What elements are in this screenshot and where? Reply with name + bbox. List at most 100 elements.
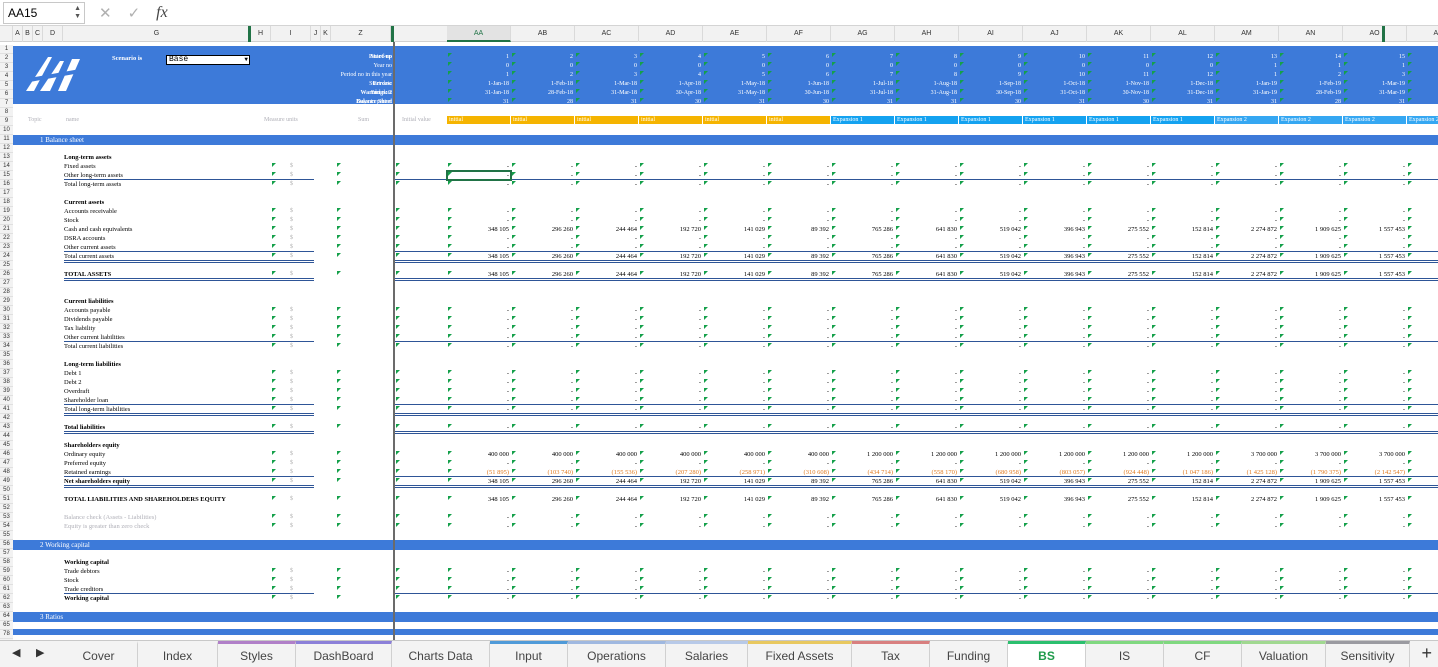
cell-54-ag[interactable]: - (831, 522, 893, 531)
row-header-54[interactable]: 54 (0, 522, 13, 531)
cell-15-ac[interactable]: - (575, 171, 637, 180)
cell-40-ad[interactable]: - (639, 396, 701, 405)
cell-26-aj[interactable]: 396 943 (1023, 270, 1085, 279)
spreadsheet-grid[interactable]: Scenario is Base ▼ 1 2 3 4 5 6 7 8 9 10 11 12 13 14 15 1… (0, 42, 1438, 640)
cell-14-af[interactable]: - (767, 162, 829, 171)
cell-14-ae[interactable]: - (703, 162, 765, 171)
cell-32-ac[interactable]: - (575, 324, 637, 333)
cell-62-an[interactable]: - (1279, 594, 1341, 603)
cell-30-ai[interactable]: - (959, 306, 1021, 315)
row-header-42[interactable]: 42 (0, 414, 13, 423)
col-header-ad[interactable]: AD (639, 26, 703, 42)
row-header-23[interactable]: 23 (0, 243, 13, 252)
cell-34-ac[interactable]: - (575, 342, 637, 351)
cell-20-aj[interactable]: - (1023, 216, 1085, 225)
cell-23-al[interactable]: - (1151, 243, 1213, 252)
cell-60-ad[interactable]: - (639, 576, 701, 585)
cell-46-ac[interactable]: 400 000 (575, 450, 637, 459)
cell-24-ah[interactable]: 641 830 (895, 252, 957, 261)
cell-43-ai[interactable]: - (959, 423, 1021, 432)
cell-49-ah[interactable]: 641 830 (895, 477, 957, 486)
cell-53-ag[interactable]: - (831, 513, 893, 522)
cell-32-ae[interactable]: - (703, 324, 765, 333)
row-header-35[interactable]: 35 (0, 351, 13, 360)
cell-15-ad[interactable]: - (639, 171, 701, 180)
sheet-tab-charts-data[interactable]: Charts Data (392, 641, 490, 667)
cell-20-af[interactable]: - (767, 216, 829, 225)
cell-49-ag[interactable]: 765 286 (831, 477, 893, 486)
cell-33-ab[interactable]: - (511, 333, 573, 342)
cell-19-ae[interactable]: - (703, 207, 765, 216)
cell-39-ag[interactable]: - (831, 387, 893, 396)
sheet-tab-valuation[interactable]: Valuation (1242, 641, 1326, 667)
cell-40-ao[interactable]: - (1343, 396, 1405, 405)
cell-38-ad[interactable]: - (639, 378, 701, 387)
cell-32-an[interactable]: - (1279, 324, 1341, 333)
cell-23-ag[interactable]: - (831, 243, 893, 252)
cell-21-an[interactable]: 1 909 625 (1279, 225, 1341, 234)
prev-sheet-icon[interactable]: ◀ (12, 646, 20, 659)
cell-51-ae[interactable]: 141 029 (703, 495, 765, 504)
cell-33-al[interactable]: - (1151, 333, 1213, 342)
cell-34-aj[interactable]: - (1023, 342, 1085, 351)
cell-21-aa[interactable]: 348 105 (447, 225, 509, 234)
cell-22-aa[interactable]: - (447, 234, 509, 243)
cell-34-aa[interactable]: - (447, 342, 509, 351)
cell-60-ac[interactable]: - (575, 576, 637, 585)
cell-21-ae[interactable]: 141 029 (703, 225, 765, 234)
cell-33-ag[interactable]: - (831, 333, 893, 342)
cell-49-ac[interactable]: 244 464 (575, 477, 637, 486)
sheet-tab-operations[interactable]: Operations (568, 641, 666, 667)
cell-38-am[interactable]: - (1215, 378, 1277, 387)
cell-48-ai[interactable]: (680 958) (959, 468, 1021, 477)
cell-49-ab[interactable]: 296 260 (511, 477, 573, 486)
cell-49-an[interactable]: 1 909 625 (1279, 477, 1341, 486)
cell-22-ah[interactable]: - (895, 234, 957, 243)
cell-39-ac[interactable]: - (575, 387, 637, 396)
row-header-33[interactable]: 33 (0, 333, 13, 342)
cell-20-al[interactable]: - (1151, 216, 1213, 225)
col-header-ah[interactable]: AH (895, 26, 959, 42)
sheet-tab-bs[interactable]: BS (1008, 641, 1086, 667)
cell-31-ao[interactable]: - (1343, 315, 1405, 324)
cell-43-ah[interactable]: - (895, 423, 957, 432)
cell-16-ae[interactable]: - (703, 180, 765, 189)
cell-30-ao[interactable]: - (1343, 306, 1405, 315)
cell-48-am[interactable]: (1 425 128) (1215, 468, 1277, 477)
cell-19-am[interactable]: - (1215, 207, 1277, 216)
cell-48-aa[interactable]: (51 895) (447, 468, 509, 477)
cell-46-ai[interactable]: 1 200 000 (959, 450, 1021, 459)
cell-23-ae[interactable]: - (703, 243, 765, 252)
cell-15-an[interactable]: - (1279, 171, 1341, 180)
cell-41-am[interactable]: - (1215, 405, 1277, 414)
cell-60-ai[interactable]: - (959, 576, 1021, 585)
cell-15-ak[interactable]: - (1087, 171, 1149, 180)
cell-23-aa[interactable]: - (447, 243, 509, 252)
cell-26-ab[interactable]: 296 260 (511, 270, 573, 279)
cell-38-ao[interactable]: - (1343, 378, 1405, 387)
row-header-12[interactable]: 12 (0, 144, 13, 153)
cell-60-ag[interactable]: - (831, 576, 893, 585)
cell-26-ah[interactable]: 641 830 (895, 270, 957, 279)
cell-37-al[interactable]: - (1151, 369, 1213, 378)
cell-20-ao[interactable]: - (1343, 216, 1405, 225)
cell-30-al[interactable]: - (1151, 306, 1213, 315)
cell-47-an[interactable]: - (1279, 459, 1341, 468)
cell-30-aj[interactable]: - (1023, 306, 1085, 315)
row-header-15[interactable]: 15 (0, 171, 13, 180)
cell-51-aa[interactable]: 348 105 (447, 495, 509, 504)
cell-38-ae[interactable]: - (703, 378, 765, 387)
cell-54-ao[interactable]: - (1343, 522, 1405, 531)
row-header-49[interactable]: 49 (0, 477, 13, 486)
row-header-58[interactable]: 58 (0, 558, 13, 567)
cell-48-ak[interactable]: (924 448) (1087, 468, 1149, 477)
row-header-59[interactable]: 59 (0, 567, 13, 576)
sheet-tab-tax[interactable]: Tax (852, 641, 930, 667)
cell-32-aj[interactable]: - (1023, 324, 1085, 333)
cell-51-af[interactable]: 89 392 (767, 495, 829, 504)
cell-53-an[interactable]: - (1279, 513, 1341, 522)
name-box-arrows-icon[interactable]: ▲ ▼ (74, 5, 81, 21)
cell-40-ai[interactable]: - (959, 396, 1021, 405)
cell-40-ab[interactable]: - (511, 396, 573, 405)
cell-61-aj[interactable]: - (1023, 585, 1085, 594)
